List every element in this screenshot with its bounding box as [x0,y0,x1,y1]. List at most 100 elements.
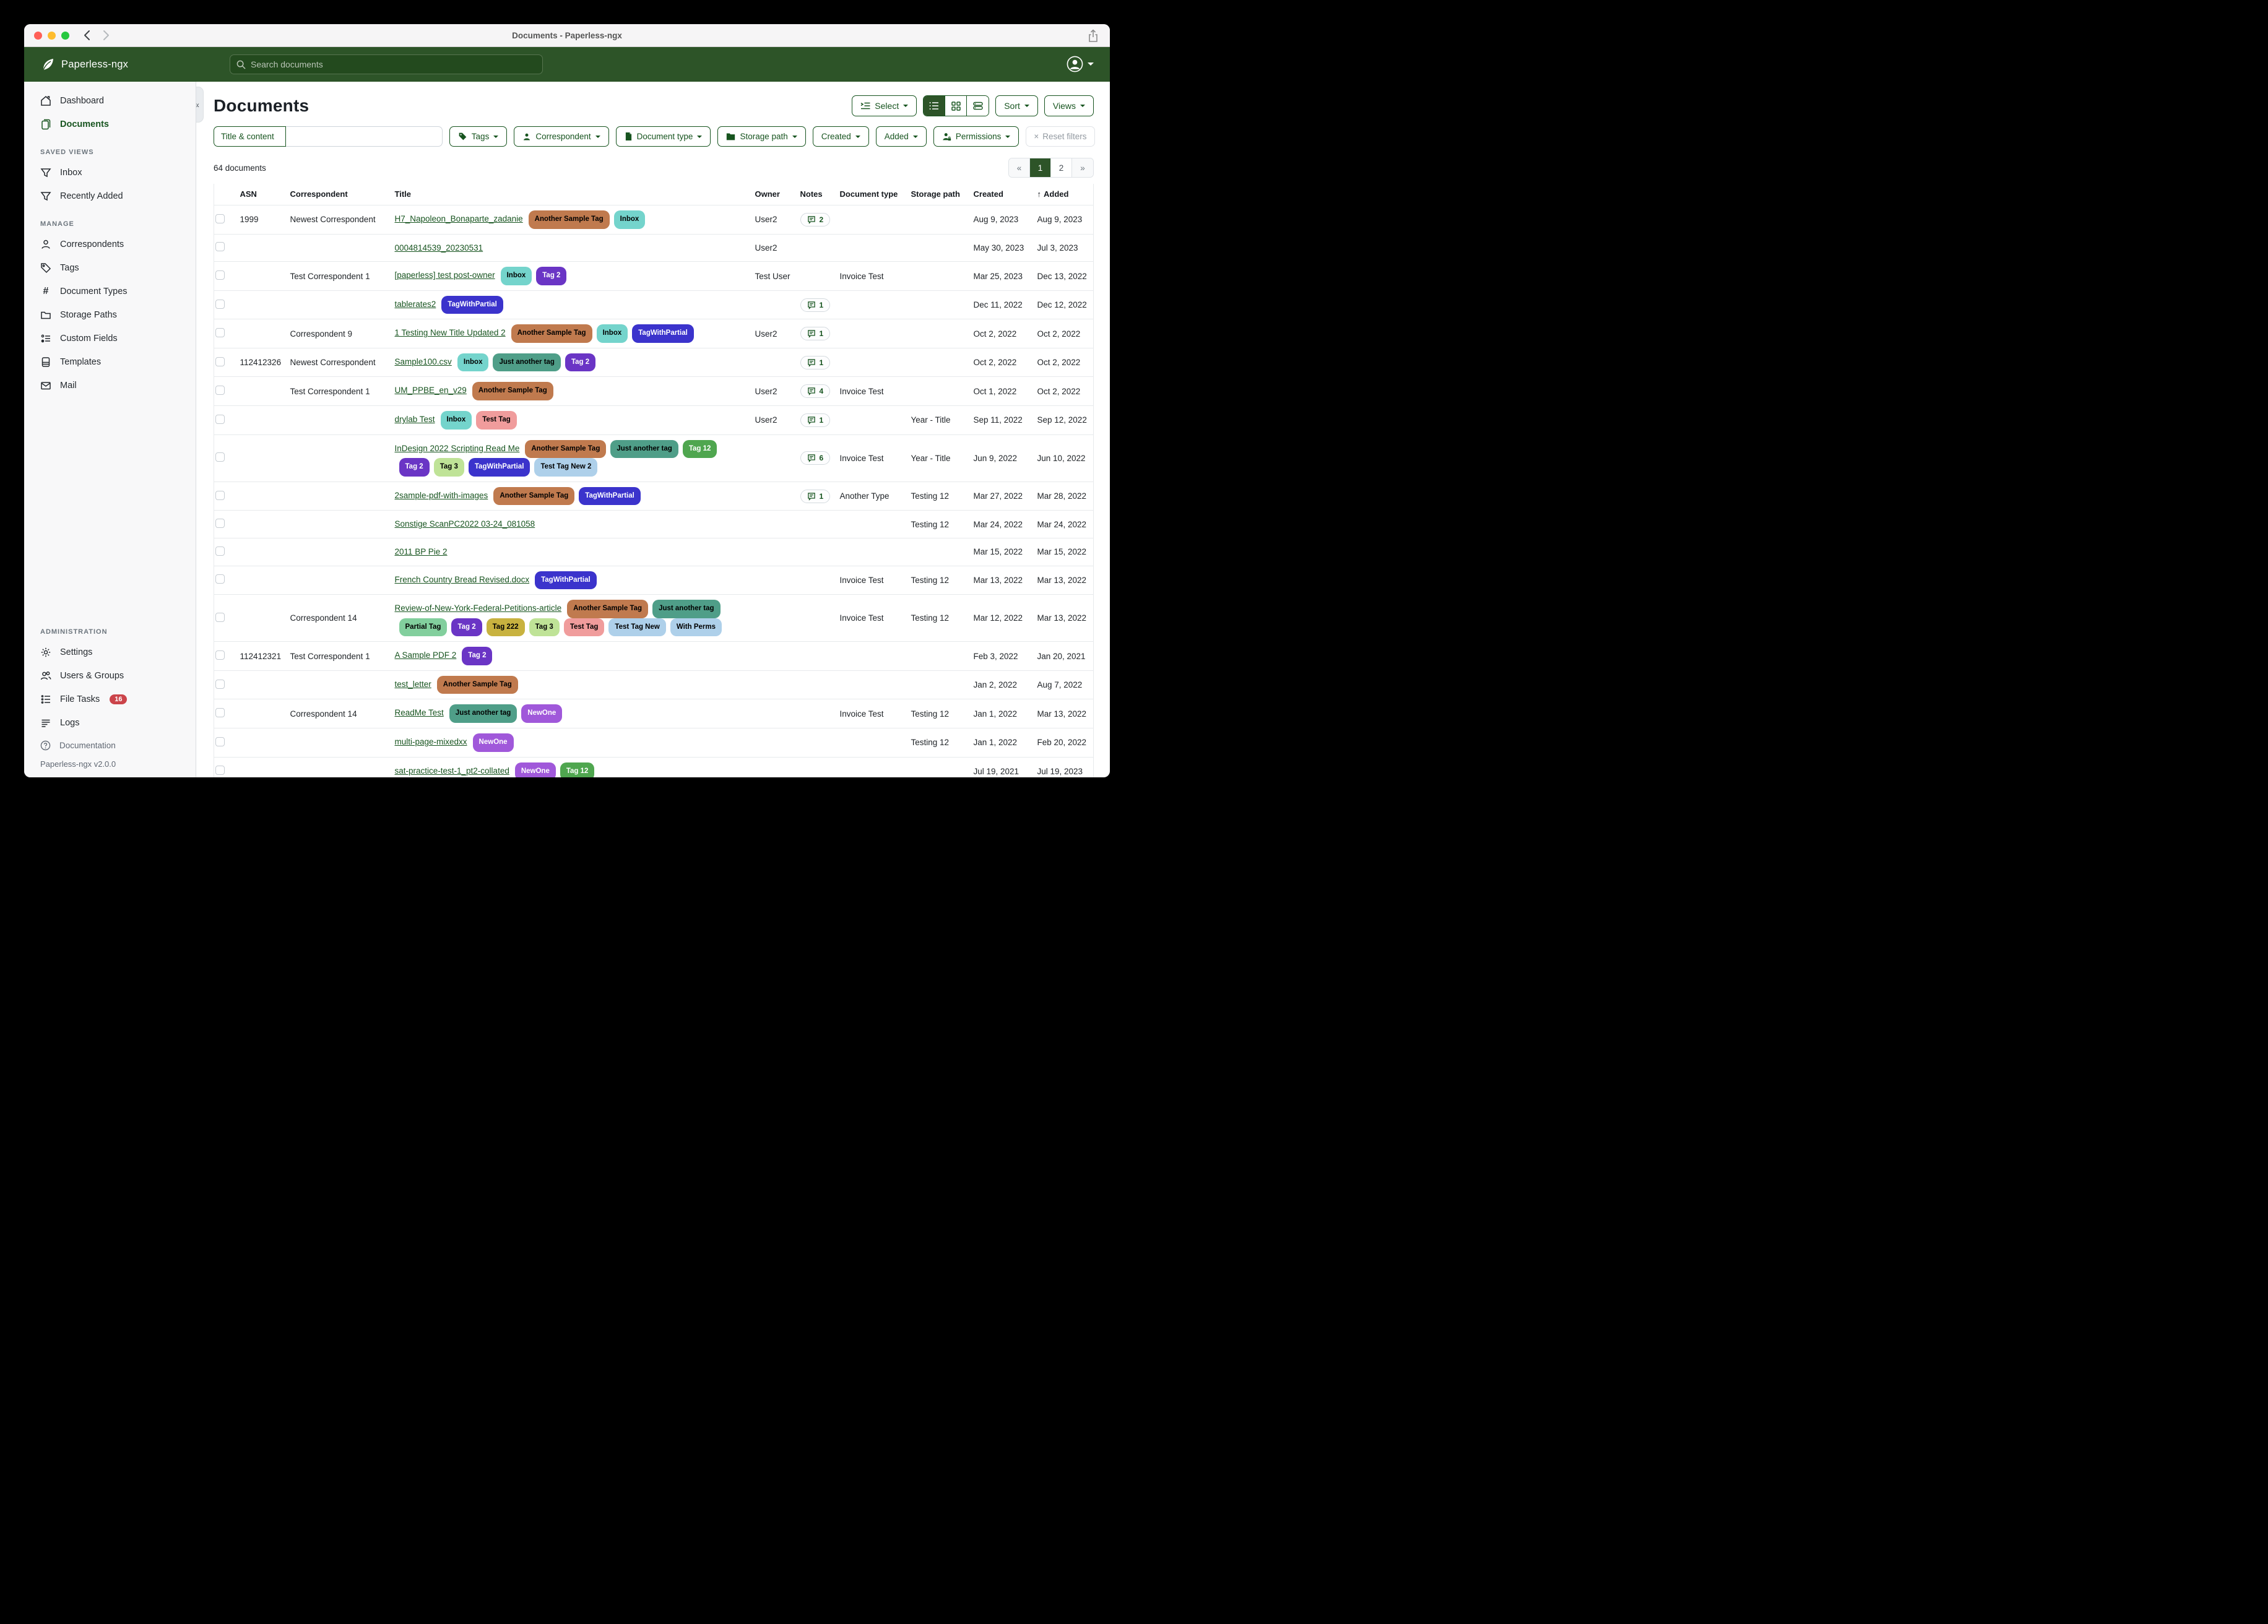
tag-badge[interactable]: Inbox [501,267,532,285]
search-input[interactable] [251,59,536,69]
tag-badge[interactable]: Tag 2 [536,267,566,285]
tag-badge[interactable]: NewOne [521,704,562,723]
document-title-link[interactable]: drylab Test [395,415,435,424]
header-storage-path[interactable]: Storage path [907,184,970,205]
header-title[interactable]: Title [391,184,751,205]
row-checkbox[interactable] [215,328,225,337]
row-checkbox[interactable] [215,452,225,462]
tag-badge[interactable]: Tag 2 [565,353,595,372]
share-icon[interactable] [1088,29,1099,46]
document-title-link[interactable]: H7_Napoleon_Bonaparte_zadanie [395,214,523,223]
user-menu[interactable] [1067,56,1094,72]
document-title-link[interactable]: multi-page-mixedxx [395,737,467,746]
document-title-link[interactable]: 2011 BP Pie 2 [395,547,448,556]
sort-button[interactable]: Sort [995,95,1038,116]
sidebar-item-document-types[interactable]: # Document Types [24,280,196,303]
document-type-filter-button[interactable]: Document type [616,126,711,147]
document-title-link[interactable]: InDesign 2022 Scripting Read Me [395,444,520,453]
document-title-link[interactable]: A Sample PDF 2 [395,650,457,660]
sidebar-item-storage-paths[interactable]: Storage Paths [24,303,196,327]
row-checkbox[interactable] [215,613,225,622]
back-button[interactable] [83,30,91,41]
tag-badge[interactable]: Another Sample Tag [529,210,610,229]
tag-badge[interactable]: Test Tag New 2 [534,458,597,477]
tag-badge[interactable]: Tag 12 [683,440,717,459]
notes-badge[interactable]: 1 [800,356,831,369]
row-checkbox[interactable] [215,519,225,528]
sidebar-item-correspondents[interactable]: Correspondents [24,233,196,256]
document-title-link[interactable]: French Country Bread Revised.docx [395,575,530,584]
tag-badge[interactable]: Inbox [597,324,628,343]
tag-badge[interactable]: Tag 3 [529,618,560,637]
zoom-window-button[interactable] [61,32,69,40]
sidebar-item-users-groups[interactable]: Users & Groups [24,664,196,688]
tag-badge[interactable]: TagWithPartial [441,296,503,314]
tags-filter-button[interactable]: Tags [449,126,508,147]
tag-badge[interactable]: Another Sample Tag [525,440,606,459]
row-checkbox[interactable] [215,737,225,746]
sidebar-item-file-tasks[interactable]: File Tasks 16 [24,688,196,711]
brand[interactable]: Paperless-ngx [40,57,128,72]
storage-path-filter-button[interactable]: Storage path [717,126,805,147]
row-checkbox[interactable] [215,680,225,689]
view-mode-list-button[interactable] [924,96,945,116]
minimize-window-button[interactable] [48,32,56,40]
tag-badge[interactable]: With Perms [670,618,722,637]
document-title-link[interactable]: Sample100.csv [395,357,452,366]
tag-badge[interactable]: Inbox [457,353,489,372]
row-checkbox[interactable] [215,270,225,280]
permissions-filter-button[interactable]: Permissions [933,126,1019,147]
notes-badge[interactable]: 6 [800,451,831,465]
tag-badge[interactable]: Tag 222 [487,618,525,637]
row-checkbox[interactable] [215,708,225,717]
pagination-page-2[interactable]: 2 [1051,158,1072,177]
sidebar-item-documents[interactable]: Documents [24,113,196,136]
sidebar-item-dashboard[interactable]: Dashboard [24,89,196,113]
view-mode-details-button[interactable] [967,96,989,116]
document-title-link[interactable]: Sonstige ScanPC2022 03-24_081058 [395,519,535,529]
row-checkbox[interactable] [215,386,225,395]
row-checkbox[interactable] [215,357,225,366]
notes-badge[interactable]: 4 [800,384,831,398]
tag-badge[interactable]: TagWithPartial [469,458,530,477]
document-title-link[interactable]: sat-practice-test-1_pt2-collated [395,766,509,775]
header-created[interactable]: Created [970,184,1034,205]
row-checkbox[interactable] [215,766,225,775]
notes-badge[interactable]: 1 [800,298,831,312]
close-window-button[interactable] [34,32,42,40]
row-checkbox[interactable] [215,574,225,584]
created-filter-button[interactable]: Created [813,126,869,147]
document-title-link[interactable]: 0004814539_20230531 [395,243,483,253]
document-title-link[interactable]: [paperless] test post-owner [395,270,495,280]
sidebar-item-templates[interactable]: Templates [24,350,196,374]
row-checkbox[interactable] [215,491,225,500]
forward-button[interactable] [102,30,110,41]
sidebar-item-documentation[interactable]: Documentation [24,735,196,756]
tag-badge[interactable]: NewOne [515,762,556,777]
views-button[interactable]: Views [1044,95,1094,116]
document-title-link[interactable]: 1 Testing New Title Updated 2 [395,328,506,337]
header-asn[interactable]: ASN [236,184,287,205]
tag-badge[interactable]: Another Sample Tag [511,324,592,343]
tag-badge[interactable]: Another Sample Tag [437,676,518,694]
header-correspondent[interactable]: Correspondent [287,184,391,205]
row-checkbox[interactable] [215,546,225,556]
tag-badge[interactable]: Tag 3 [434,458,464,477]
notes-badge[interactable]: 2 [800,213,831,227]
tag-badge[interactable]: Another Sample Tag [567,600,648,618]
header-added[interactable]: ↑Added [1034,184,1094,205]
sidebar-item-mail[interactable]: Mail [24,374,196,397]
tag-badge[interactable]: Just another tag [652,600,720,618]
tag-badge[interactable]: Partial Tag [399,618,448,637]
tag-badge[interactable]: Tag 2 [462,647,492,665]
sidebar-item-custom-fields[interactable]: Custom Fields [24,327,196,350]
added-filter-button[interactable]: Added [876,126,927,147]
sidebar-item-settings[interactable]: Settings [24,641,196,664]
document-title-link[interactable]: UM_PPBE_en_v29 [395,386,467,395]
tag-badge[interactable]: Tag 12 [560,762,595,777]
document-title-link[interactable]: test_letter [395,680,431,689]
row-checkbox[interactable] [215,214,225,223]
sidebar-item-recently-added[interactable]: Recently Added [24,184,196,208]
document-title-link[interactable]: Review-of-New-York-Federal-Petitions-art… [395,603,562,613]
document-title-link[interactable]: ReadMe Test [395,708,444,717]
